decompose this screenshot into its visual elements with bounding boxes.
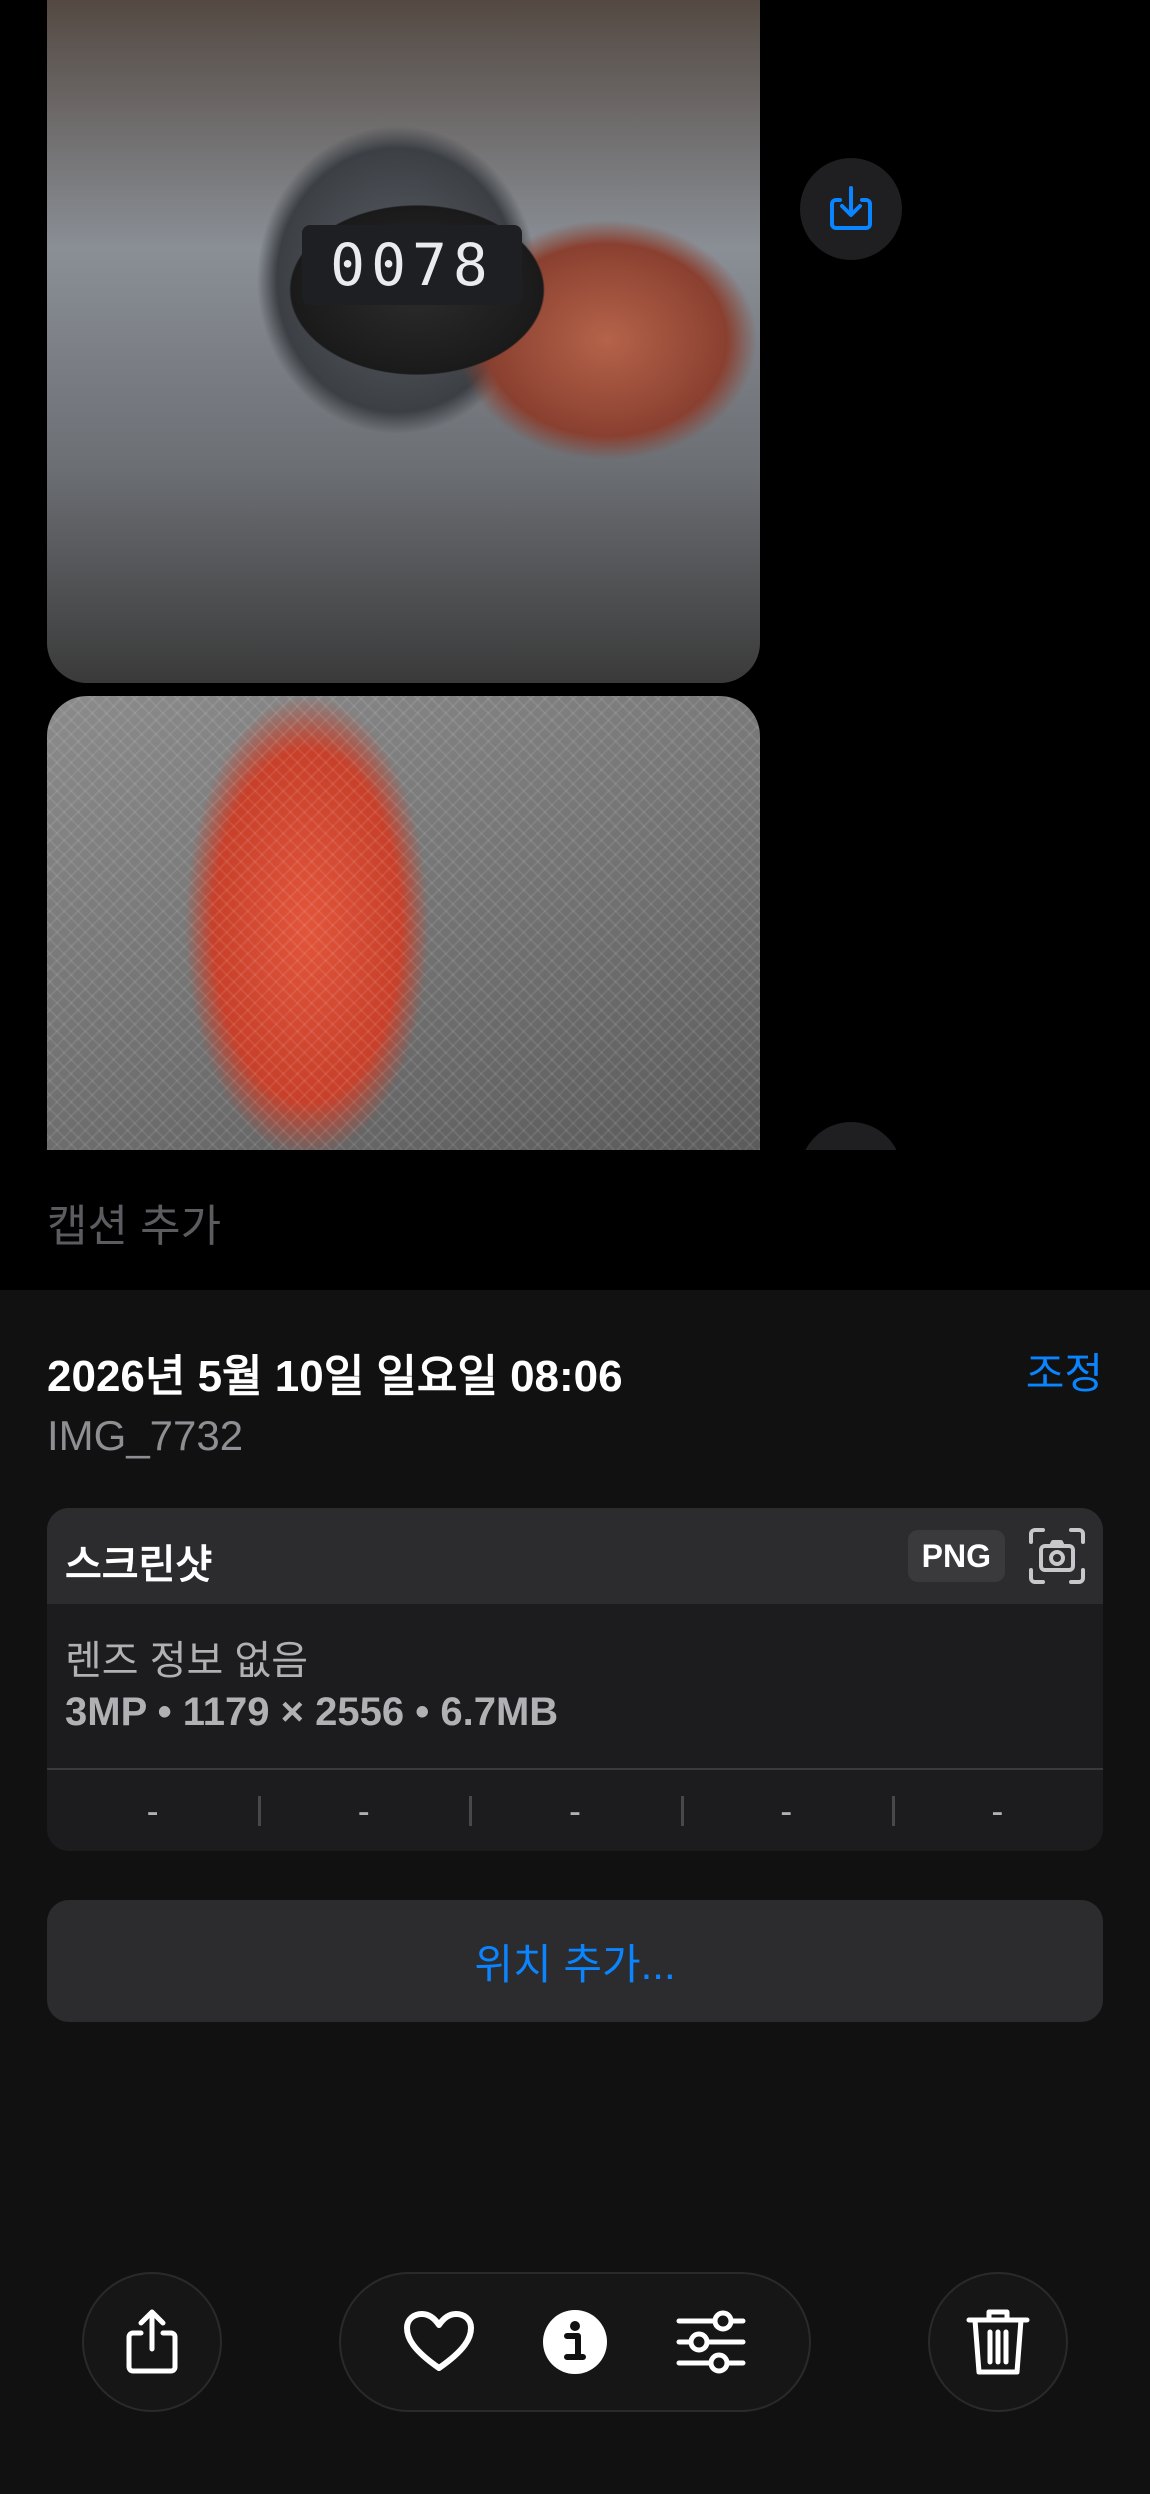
exif-iso: -: [146, 1789, 159, 1831]
counter-display: 0078: [302, 225, 522, 305]
metadata-card-header: 스크린샷 PNG: [47, 1508, 1103, 1604]
action-pill: [339, 2272, 811, 2412]
info-button[interactable]: [535, 2302, 615, 2382]
share-icon: [126, 2309, 178, 2374]
exif-focal-length: -: [258, 1770, 469, 1851]
favorite-button[interactable]: [399, 2302, 479, 2382]
add-location-button[interactable]: 위치 추가...: [47, 1900, 1103, 2022]
download-button-2[interactable]: [800, 1122, 902, 1150]
lens-info: 렌즈 정보 없음: [65, 1639, 309, 1683]
screenshot-icon: [1029, 1528, 1085, 1584]
exif-shutter: -: [891, 1770, 1103, 1851]
info-icon: [543, 2310, 607, 2374]
image-specs: 3MP • 1179 × 2556 • 6.7MB: [65, 1690, 559, 1734]
download-button[interactable]: [800, 158, 902, 260]
share-button[interactable]: [82, 2272, 222, 2412]
photo-tally-counter[interactable]: 0078: [47, 0, 760, 683]
adjust-date-button[interactable]: 조정: [1026, 1340, 1103, 1401]
heart-icon: [404, 2311, 474, 2371]
photo-date: 2026년 5월 10일 일요일 08:06: [47, 1352, 623, 1401]
file-name: IMG_7732: [47, 1412, 244, 1459]
delete-button[interactable]: [928, 2272, 1068, 2412]
format-badge: PNG: [907, 1530, 1005, 1582]
sliders-icon: [676, 2310, 746, 2374]
photo-strip: 0078: [0, 0, 1150, 1150]
exif-row: - - - - -: [47, 1770, 1103, 1851]
metadata-card: 스크린샷 PNG 렌즈 정보 없음 3MP • 1179 × 2556 • 6.…: [47, 1508, 1103, 1851]
caption-input[interactable]: 캡션 추가: [47, 1190, 221, 1254]
edit-button[interactable]: [671, 2302, 751, 2382]
download-icon: [830, 186, 872, 230]
source-type-label: 스크린샷: [65, 1543, 213, 1587]
trash-icon: [966, 2309, 1030, 2375]
exif-aperture: -: [680, 1770, 892, 1851]
exif-exposure: -: [469, 1770, 680, 1851]
photo-red-net[interactable]: [47, 696, 760, 1150]
